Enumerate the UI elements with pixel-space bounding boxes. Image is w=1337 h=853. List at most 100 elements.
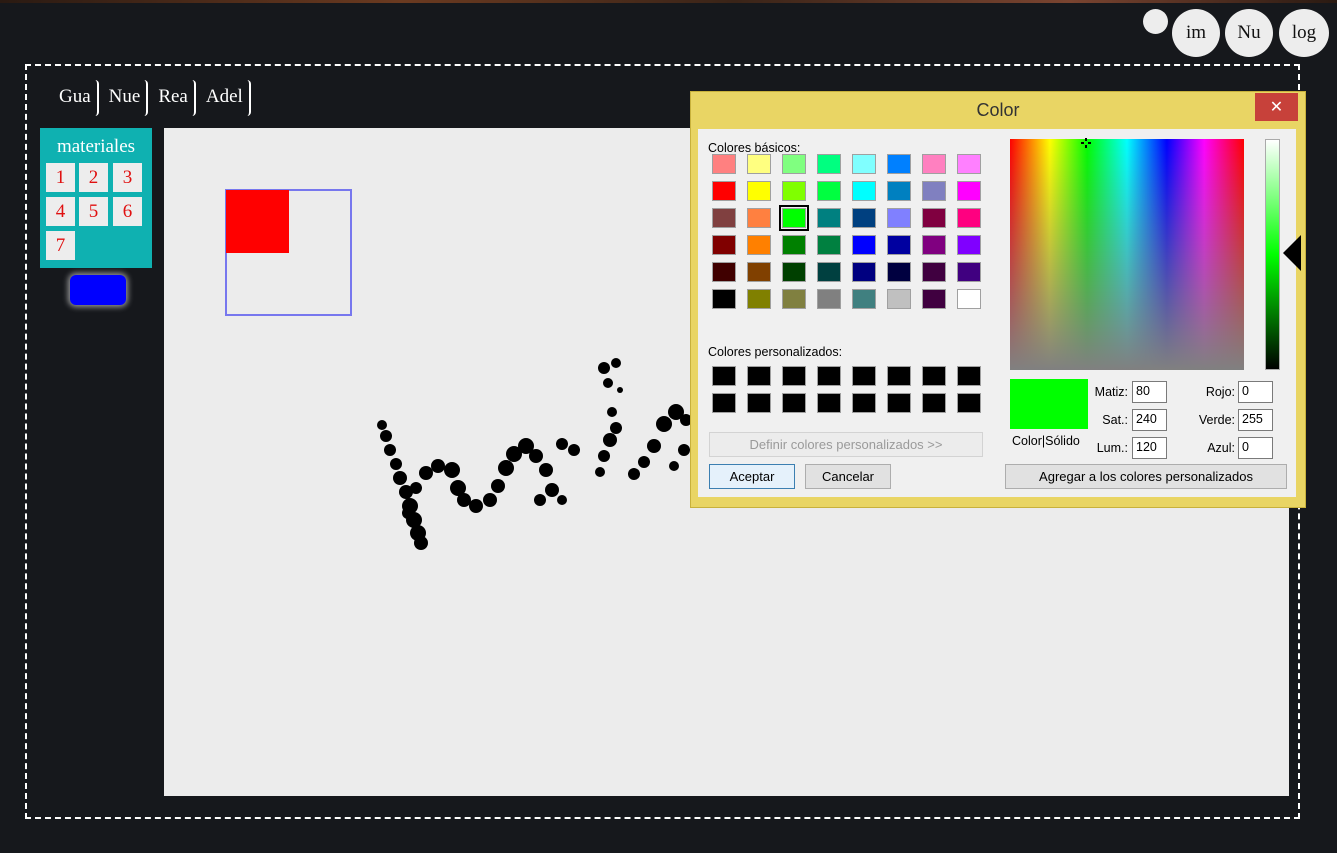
red-input[interactable]: 0 — [1238, 381, 1273, 403]
basic-color-swatch[interactable] — [712, 181, 736, 201]
basic-color-swatch[interactable] — [782, 262, 806, 282]
basic-color-swatch[interactable] — [957, 235, 981, 255]
basic-color-swatch[interactable] — [887, 235, 911, 255]
basic-color-swatch[interactable] — [747, 235, 771, 255]
basic-color-swatch[interactable] — [852, 154, 876, 174]
accept-button[interactable]: Aceptar — [709, 464, 795, 489]
custom-color-swatch[interactable] — [957, 393, 981, 413]
menu-item-rea[interactable]: Rea — [152, 80, 196, 116]
basic-color-swatch[interactable] — [817, 154, 841, 174]
material-button-4[interactable]: 4 — [46, 197, 75, 226]
basic-color-swatch[interactable] — [957, 181, 981, 201]
basic-color-swatch[interactable] — [957, 208, 981, 228]
basic-color-swatch[interactable] — [887, 289, 911, 309]
add-custom-colors-button[interactable]: Agregar a los colores personalizados — [1005, 464, 1287, 489]
basic-color-swatch[interactable] — [852, 208, 876, 228]
small-circle-button[interactable] — [1143, 9, 1168, 34]
custom-color-swatch[interactable] — [887, 366, 911, 386]
handwritten-strokes — [377, 358, 692, 550]
custom-color-swatch[interactable] — [782, 393, 806, 413]
basic-color-swatch[interactable] — [817, 181, 841, 201]
basic-color-swatch[interactable] — [887, 181, 911, 201]
basic-color-swatch[interactable] — [852, 235, 876, 255]
material-button-3[interactable]: 3 — [113, 163, 142, 192]
custom-color-swatch[interactable] — [922, 366, 946, 386]
basic-color-swatch[interactable] — [747, 289, 771, 309]
material-button-1[interactable]: 1 — [46, 163, 75, 192]
basic-color-swatch[interactable] — [922, 235, 946, 255]
basic-color-swatch[interactable] — [852, 262, 876, 282]
color-dialog: Color ✕ Colores básicos: Colores persona… — [690, 91, 1306, 508]
define-custom-colors-button: Definir colores personalizados >> — [709, 432, 983, 457]
luminosity-arrow-icon[interactable] — [1283, 235, 1301, 271]
current-color-button[interactable] — [70, 275, 126, 305]
close-icon[interactable]: ✕ — [1255, 93, 1298, 121]
basic-color-swatch[interactable] — [747, 208, 771, 228]
basic-color-swatch[interactable] — [957, 154, 981, 174]
basic-color-swatch[interactable] — [712, 235, 736, 255]
basic-color-swatch[interactable] — [712, 154, 736, 174]
custom-color-swatch[interactable] — [747, 393, 771, 413]
basic-color-swatch[interactable] — [782, 181, 806, 201]
lum-input[interactable]: 120 — [1132, 437, 1167, 459]
basic-color-swatch[interactable] — [779, 205, 809, 231]
color-spectrum[interactable] — [1010, 139, 1244, 370]
nu-button[interactable]: Nu — [1225, 9, 1273, 57]
cancel-button[interactable]: Cancelar — [805, 464, 891, 489]
im-button[interactable]: im — [1172, 9, 1220, 57]
basic-color-swatch[interactable] — [817, 235, 841, 255]
basic-color-swatch[interactable] — [817, 289, 841, 309]
basic-color-swatch[interactable] — [782, 235, 806, 255]
basic-colors-label: Colores básicos: — [708, 141, 801, 155]
custom-color-swatch[interactable] — [712, 366, 736, 386]
custom-color-swatch[interactable] — [817, 366, 841, 386]
log-button[interactable]: log — [1279, 9, 1329, 57]
material-button-2[interactable]: 2 — [79, 163, 108, 192]
basic-color-swatch[interactable] — [887, 208, 911, 228]
basic-color-swatch[interactable] — [922, 181, 946, 201]
basic-color-swatch[interactable] — [747, 181, 771, 201]
basic-color-swatch[interactable] — [817, 208, 841, 228]
menu-item-adel[interactable]: Adel — [200, 80, 251, 116]
custom-color-swatch[interactable] — [922, 393, 946, 413]
basic-color-swatch[interactable] — [782, 289, 806, 309]
basic-color-swatch[interactable] — [922, 154, 946, 174]
custom-color-swatch[interactable] — [712, 393, 736, 413]
basic-color-swatch[interactable] — [922, 208, 946, 228]
top-border-strip — [0, 0, 1337, 3]
basic-color-swatch[interactable] — [712, 289, 736, 309]
basic-color-swatch[interactable] — [712, 208, 736, 228]
sat-input[interactable]: 240 — [1132, 409, 1167, 431]
basic-color-swatch[interactable] — [957, 262, 981, 282]
basic-color-swatch[interactable] — [852, 181, 876, 201]
material-button-6[interactable]: 6 — [113, 197, 142, 226]
dialog-body: Colores básicos: Colores personalizados:… — [698, 129, 1301, 497]
basic-color-swatch[interactable] — [922, 289, 946, 309]
material-button-5[interactable]: 5 — [79, 197, 108, 226]
custom-color-swatch[interactable] — [887, 393, 911, 413]
blue-input[interactable]: 0 — [1238, 437, 1273, 459]
basic-color-swatch[interactable] — [957, 289, 981, 309]
basic-color-swatch[interactable] — [747, 262, 771, 282]
menu-item-gua[interactable]: Gua — [53, 80, 99, 116]
basic-color-swatch[interactable] — [817, 262, 841, 282]
basic-color-swatch[interactable] — [782, 154, 806, 174]
luminosity-bar[interactable] — [1265, 139, 1280, 370]
dialog-title: Color — [976, 100, 1020, 120]
material-button-7[interactable]: 7 — [46, 231, 75, 260]
basic-color-swatch[interactable] — [922, 262, 946, 282]
custom-color-swatch[interactable] — [852, 393, 876, 413]
green-input[interactable]: 255 — [1238, 409, 1273, 431]
basic-color-swatch[interactable] — [747, 154, 771, 174]
custom-color-swatch[interactable] — [782, 366, 806, 386]
basic-color-swatch[interactable] — [712, 262, 736, 282]
basic-color-swatch[interactable] — [887, 262, 911, 282]
custom-color-swatch[interactable] — [852, 366, 876, 386]
custom-color-swatch[interactable] — [747, 366, 771, 386]
basic-color-swatch[interactable] — [887, 154, 911, 174]
hue-input[interactable]: 80 — [1132, 381, 1167, 403]
basic-color-swatch[interactable] — [852, 289, 876, 309]
menu-item-nue[interactable]: Nue — [103, 80, 149, 116]
custom-color-swatch[interactable] — [817, 393, 841, 413]
custom-color-swatch[interactable] — [957, 366, 981, 386]
